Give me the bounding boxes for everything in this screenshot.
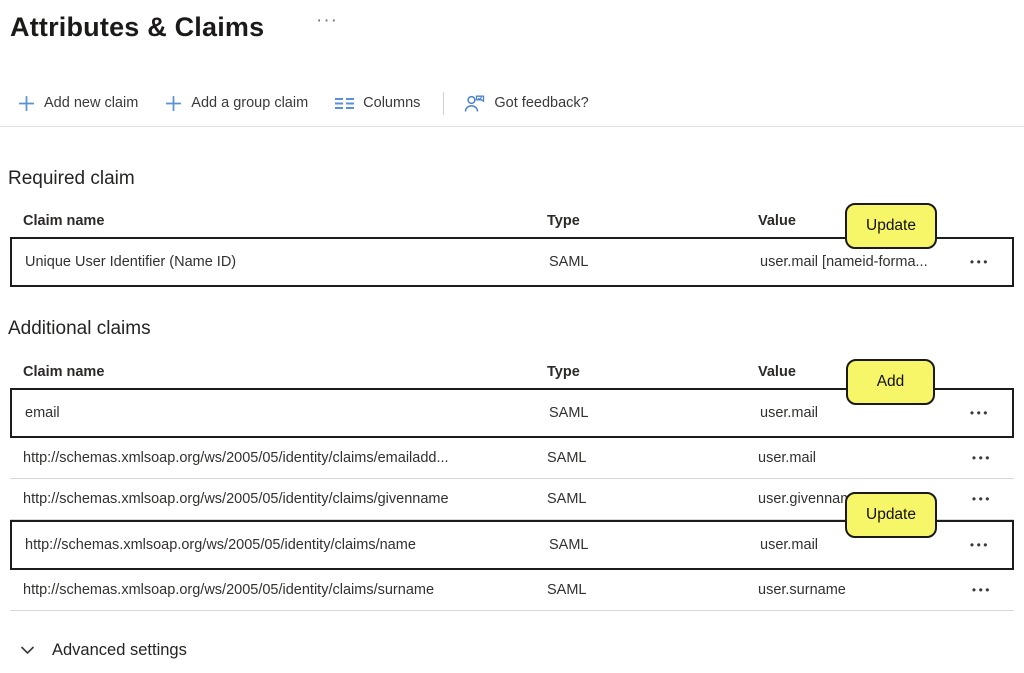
plus-icon bbox=[165, 95, 182, 112]
column-header-type: Type bbox=[547, 213, 758, 229]
table-row-emailaddress[interactable]: http://schemas.xmlsoap.org/ws/2005/05/id… bbox=[10, 438, 1014, 479]
columns-label: Columns bbox=[363, 95, 420, 111]
value-cell: user.mail bbox=[760, 537, 954, 553]
annotation-update-required-claim: Update bbox=[845, 203, 937, 249]
page-title: Attributes & Claims bbox=[10, 12, 264, 43]
column-header-type: Type bbox=[547, 364, 758, 380]
annotation-add-email-claim: Add bbox=[846, 359, 935, 405]
claim-name-cell: http://schemas.xmlsoap.org/ws/2005/05/id… bbox=[23, 491, 547, 507]
got-feedback-label: Got feedback? bbox=[494, 95, 588, 111]
columns-button[interactable]: Columns bbox=[335, 95, 420, 111]
row-context-menu-button[interactable]: ••• bbox=[972, 492, 992, 506]
feedback-person-icon bbox=[464, 94, 485, 113]
advanced-settings-toggle[interactable]: Advanced settings bbox=[20, 641, 187, 660]
page-title-more-menu[interactable]: ··· bbox=[316, 10, 338, 32]
type-cell: SAML bbox=[549, 537, 760, 553]
value-cell: user.mail bbox=[758, 450, 956, 466]
row-context-menu-button[interactable]: ••• bbox=[972, 583, 992, 597]
claim-name-cell: http://schemas.xmlsoap.org/ws/2005/05/id… bbox=[23, 450, 547, 466]
type-cell: SAML bbox=[547, 491, 758, 507]
plus-icon bbox=[18, 95, 35, 112]
annotation-update-name-claim: Update bbox=[845, 492, 937, 538]
additional-claims-heading: Additional claims bbox=[8, 318, 151, 340]
chevron-down-icon bbox=[20, 643, 35, 659]
type-cell: SAML bbox=[549, 254, 760, 270]
add-new-claim-label: Add new claim bbox=[44, 95, 138, 111]
required-claim-heading: Required claim bbox=[8, 168, 135, 190]
toolbar-separator bbox=[0, 126, 1024, 127]
add-new-claim-button[interactable]: Add new claim bbox=[18, 95, 138, 112]
column-header-claim-name: Claim name bbox=[23, 364, 547, 380]
columns-icon bbox=[335, 96, 354, 111]
type-cell: SAML bbox=[547, 582, 758, 598]
column-header-claim-name: Claim name bbox=[23, 213, 547, 229]
row-context-menu-button[interactable]: ••• bbox=[972, 451, 992, 465]
claim-name-cell: http://schemas.xmlsoap.org/ws/2005/05/id… bbox=[25, 537, 549, 553]
add-group-claim-button[interactable]: Add a group claim bbox=[165, 95, 308, 112]
row-context-menu-button[interactable]: ••• bbox=[970, 406, 990, 420]
row-context-menu-button[interactable]: ••• bbox=[970, 538, 990, 552]
value-cell: user.mail bbox=[760, 405, 954, 421]
claim-name-cell: Unique User Identifier (Name ID) bbox=[25, 254, 549, 270]
command-bar: Add new claim Add a group claim Columns bbox=[18, 83, 616, 123]
page-header: Attributes & Claims bbox=[10, 8, 264, 46]
value-cell: user.mail [nameid-forma... bbox=[760, 254, 954, 270]
value-cell: user.surname bbox=[758, 582, 956, 598]
toolbar-divider bbox=[443, 92, 444, 115]
advanced-settings-label: Advanced settings bbox=[52, 641, 187, 660]
type-cell: SAML bbox=[549, 405, 760, 421]
claim-name-cell: http://schemas.xmlsoap.org/ws/2005/05/id… bbox=[23, 582, 547, 598]
attributes-claims-page: Attributes & Claims ··· Add new claim Ad… bbox=[0, 0, 1024, 673]
got-feedback-button[interactable]: Got feedback? bbox=[464, 94, 588, 113]
type-cell: SAML bbox=[547, 450, 758, 466]
claim-name-cell: email bbox=[25, 405, 549, 421]
table-row-surname[interactable]: http://schemas.xmlsoap.org/ws/2005/05/id… bbox=[10, 570, 1014, 611]
add-group-claim-label: Add a group claim bbox=[191, 95, 308, 111]
row-context-menu-button[interactable]: ••• bbox=[970, 255, 990, 269]
